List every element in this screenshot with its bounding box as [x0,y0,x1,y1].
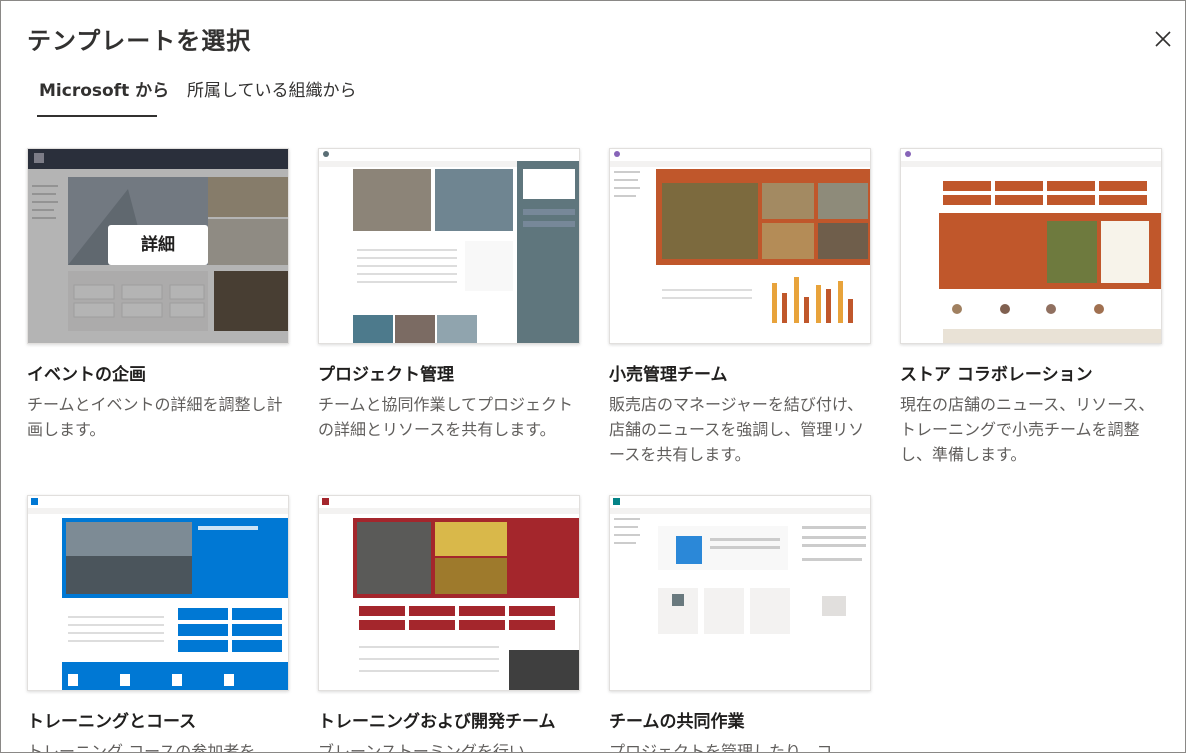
details-button[interactable]: 詳細 [108,225,208,265]
template-thumbnail: 詳細 [27,148,289,344]
template-title: トレーニングおよび開発チーム [318,712,556,732]
template-title: トレーニングとコース [27,712,197,732]
tab-organization[interactable]: 所属している組織から [187,79,357,117]
template-thumbnail [609,495,871,691]
template-dialog: テンプレートを選択 Microsoft から 所属している組織から 詳細 イベン… [0,0,1186,753]
template-title: 小売管理チーム [609,365,728,385]
template-description: チームと協同作業してプロジェクトの詳細とリソースを共有します。 [318,395,574,439]
template-description: 現在の店舗のニュース、リソース、トレーニングで小売チームを調整し、準備します。 [900,395,1155,464]
tab-microsoft[interactable]: Microsoft から [39,79,169,117]
template-thumbnail [900,148,1162,344]
template-title: イベントの企画 [27,365,146,385]
template-description: ブレーンストーミングを行い [318,742,525,753]
template-thumbnail [318,495,580,691]
template-thumbnail [318,148,580,344]
active-tab-underline [37,115,157,117]
template-description: プロジェクトを管理したり、コ [609,742,833,753]
template-thumbnail [609,148,871,344]
template-description: チームとイベントの詳細を調整し計画します。 [27,395,283,439]
close-icon[interactable] [1153,29,1173,49]
template-description: 販売店のマネージャーを結び付け、店舗のニュースを強調し、管理リソースを共有します… [609,395,865,464]
template-description: トレーニング コースの参加者を [27,742,256,753]
template-title: プロジェクト管理 [318,365,454,385]
dialog-title: テンプレートを選択 [27,27,252,55]
template-title: ストア コラボレーション [900,365,1093,385]
template-thumbnail [27,495,289,691]
template-title: チームの共同作業 [609,712,745,732]
